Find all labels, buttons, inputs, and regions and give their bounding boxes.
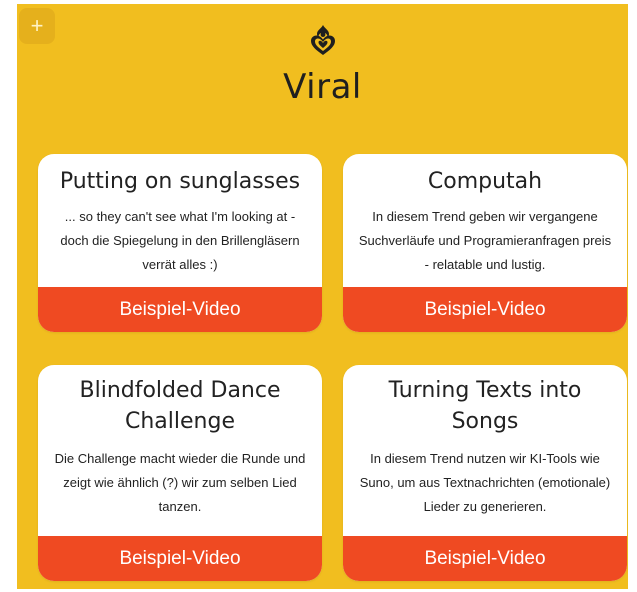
card-description: ... so they can't see what I'm looking a… — [60, 209, 300, 272]
card-description: In diesem Trend geben wir vergangene Suc… — [358, 209, 612, 272]
card-title: Putting on sunglasses — [59, 169, 301, 194]
trend-card: Putting on sunglasses ... so they can't … — [38, 154, 322, 332]
card-title: Blindfolded Dance Challenge — [79, 378, 281, 434]
example-video-button[interactable]: Beispiel-Video — [38, 287, 322, 332]
example-video-button[interactable]: Beispiel-Video — [38, 536, 322, 581]
trend-card: Computah In diesem Trend geben wir verga… — [343, 154, 627, 332]
page-title: Viral — [283, 67, 362, 107]
card-title: Turning Texts into Songs — [388, 378, 582, 434]
trend-card: Turning Texts into Songs In diesem Trend… — [343, 365, 627, 581]
card-description: In diesem Trend nutzen wir KI-Tools wie … — [359, 451, 611, 514]
example-video-button[interactable]: Beispiel-Video — [343, 536, 627, 581]
trend-card: Blindfolded Dance Challenge Die Challeng… — [38, 365, 322, 581]
page-background: + Viral Putting on sunglasses ... so the… — [17, 4, 628, 589]
page-header: Viral — [17, 24, 628, 107]
card-description: Die Challenge macht wieder die Runde und… — [54, 451, 306, 514]
example-video-button[interactable]: Beispiel-Video — [343, 287, 627, 332]
flaming-heart-icon — [310, 25, 335, 55]
card-title: Computah — [427, 169, 543, 194]
